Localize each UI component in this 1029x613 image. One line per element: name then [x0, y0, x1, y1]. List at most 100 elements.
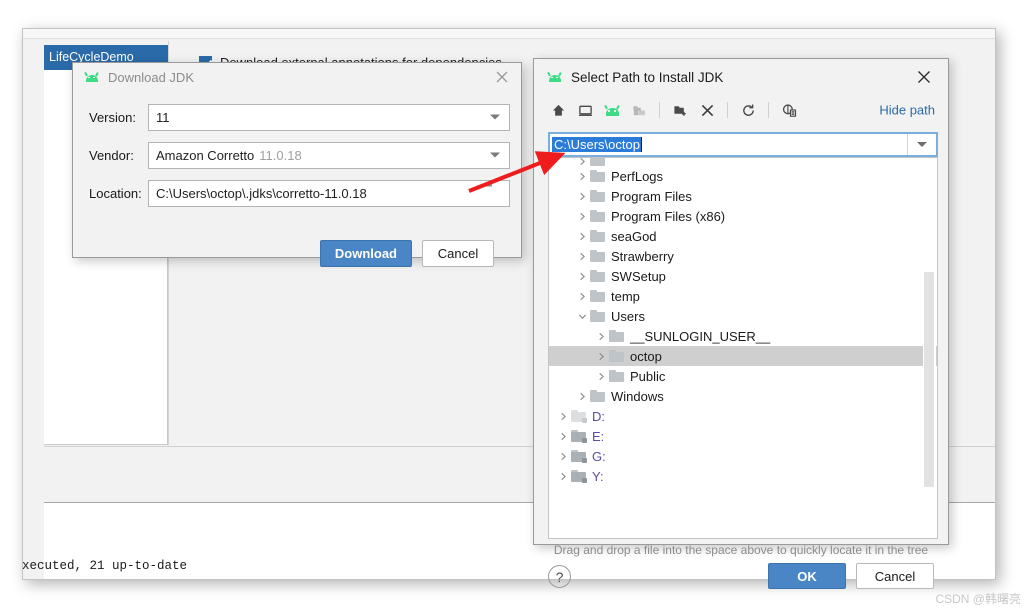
android-robot-icon — [547, 72, 562, 82]
help-button[interactable]: ? — [548, 565, 571, 588]
toolbar-separator — [768, 102, 769, 118]
tree-row[interactable]: temp — [549, 286, 937, 306]
chevron-down-icon — [490, 114, 500, 120]
path-dropdown-button[interactable] — [907, 134, 936, 155]
tree-row[interactable]: octop — [549, 346, 937, 366]
tree-item-label: Program Files — [611, 188, 692, 204]
version-row: Version: 11 — [73, 103, 521, 131]
tree-row[interactable]: Public — [549, 366, 937, 386]
chevron-right-icon[interactable] — [574, 192, 590, 201]
chevron-right-icon[interactable] — [574, 212, 590, 221]
tree-row[interactable]: Strawberry — [549, 246, 937, 266]
chevron-right-icon[interactable] — [574, 272, 590, 281]
cancel-button[interactable]: Cancel — [422, 240, 494, 267]
chevron-down-icon[interactable] — [574, 312, 590, 321]
tree-row[interactable]: D: — [549, 406, 937, 426]
drag-drop-hint: Drag and drop a file into the space abov… — [553, 543, 929, 557]
browse-folder-icon[interactable] — [485, 187, 501, 200]
ok-button[interactable]: OK — [768, 563, 846, 589]
chevron-right-icon[interactable] — [574, 172, 590, 181]
cancel-button[interactable]: Cancel — [856, 563, 934, 589]
tree-item-label: SWSetup — [611, 268, 666, 284]
hide-path-link[interactable]: Hide path — [879, 103, 935, 118]
close-icon[interactable] — [914, 67, 934, 87]
drive-icon — [571, 430, 587, 443]
chevron-right-icon[interactable] — [574, 252, 590, 261]
tree-item-label: Public — [630, 368, 666, 384]
location-value: C:\Users\octop\.jdks\corretto-11.0.18 — [156, 185, 367, 201]
home-icon[interactable] — [547, 99, 569, 121]
tree-row[interactable]: Program Files (x86) — [549, 206, 937, 226]
desktop-icon[interactable] — [574, 99, 596, 121]
tree-scrollbar-track[interactable] — [923, 159, 936, 537]
folder-icon — [590, 210, 605, 222]
download-jdk-titlebar: Download JDK — [73, 63, 521, 91]
window-top-strip — [23, 29, 995, 39]
toolbar-separator — [659, 102, 660, 118]
tree-row[interactable]: Windows — [549, 386, 937, 406]
download-jdk-title: Download JDK — [108, 69, 194, 85]
chevron-right-icon[interactable] — [593, 352, 609, 361]
tree-row[interactable]: Program Files — [549, 186, 937, 206]
chevron-right-icon[interactable] — [555, 472, 571, 481]
folder-stack-icon[interactable] — [628, 99, 650, 121]
tree-row[interactable] — [549, 158, 937, 166]
select-path-dialog: Select Path to Install JDK Hide path C:\… — [533, 58, 949, 589]
text-caret — [640, 137, 642, 152]
chevron-right-icon[interactable] — [593, 372, 609, 381]
folder-icon — [590, 250, 605, 262]
chevron-right-icon[interactable] — [593, 332, 609, 341]
chevron-right-icon[interactable] — [574, 392, 590, 401]
folder-icon — [609, 350, 624, 362]
tree-row[interactable]: E: — [549, 426, 937, 446]
chevron-right-icon[interactable] — [574, 292, 590, 301]
tree-row[interactable]: SWSetup — [549, 266, 937, 286]
folder-icon — [590, 190, 605, 202]
select-path-buttons: OK Cancel — [768, 563, 934, 589]
tree-item-label: temp — [611, 288, 640, 304]
download-jdk-buttons: Download Cancel — [319, 240, 494, 267]
toolbar-separator — [727, 102, 728, 118]
chevron-down-icon — [490, 152, 500, 158]
close-icon[interactable] — [493, 68, 511, 86]
tree-row[interactable]: G: — [549, 446, 937, 466]
folder-icon — [590, 390, 605, 402]
tree-item-label: G: — [592, 448, 606, 464]
folder-icon — [590, 310, 605, 322]
tree-item-label: Program Files (x86) — [611, 208, 726, 224]
tree-row[interactable]: Y: — [549, 466, 937, 486]
new-folder-icon[interactable] — [669, 99, 691, 121]
select-path-footer: ? OK Cancel — [534, 563, 948, 603]
tree-row[interactable]: Users — [549, 306, 937, 326]
chevron-right-icon[interactable] — [555, 412, 571, 421]
tree-item-label: Windows — [611, 388, 664, 404]
tree-row[interactable]: __SUNLOGIN_USER__ — [549, 326, 937, 346]
android-robot-icon[interactable] — [601, 99, 623, 121]
tree-item-label: octop — [630, 348, 662, 364]
show-hidden-icon[interactable] — [778, 99, 800, 121]
refresh-icon[interactable] — [737, 99, 759, 121]
chevron-right-icon[interactable] — [555, 432, 571, 441]
android-robot-icon — [84, 72, 99, 82]
tree-item-label: seaGod — [611, 228, 657, 244]
path-input-value: C:\Users\octop — [552, 137, 641, 152]
chevron-right-icon[interactable] — [555, 452, 571, 461]
chevron-right-icon[interactable] — [574, 158, 590, 166]
tree-item-label: D: — [592, 408, 605, 424]
delete-icon[interactable] — [696, 99, 718, 121]
directory-tree[interactable]: PerfLogs Program Files Program Files (x86)… — [548, 157, 938, 539]
vendor-version-suffix: 11.0.18 — [259, 147, 302, 163]
tree-row[interactable]: PerfLogs — [549, 166, 937, 186]
tree-scrollbar-thumb[interactable] — [924, 272, 934, 487]
tree-item-label: Users — [611, 308, 645, 324]
select-path-toolbar: Hide path — [534, 95, 948, 125]
vendor-combobox[interactable]: Amazon Corretto 11.0.18 — [148, 141, 510, 169]
chevron-down-icon — [917, 142, 927, 147]
chevron-right-icon[interactable] — [574, 232, 590, 241]
folder-icon — [590, 290, 605, 302]
download-button[interactable]: Download — [319, 240, 412, 267]
tree-row[interactable]: seaGod — [549, 226, 937, 246]
location-input[interactable]: C:\Users\octop\.jdks\corretto-11.0.18 — [148, 179, 510, 207]
version-combobox[interactable]: 11 — [148, 103, 510, 131]
path-combobox[interactable]: C:\Users\octop — [548, 132, 938, 157]
